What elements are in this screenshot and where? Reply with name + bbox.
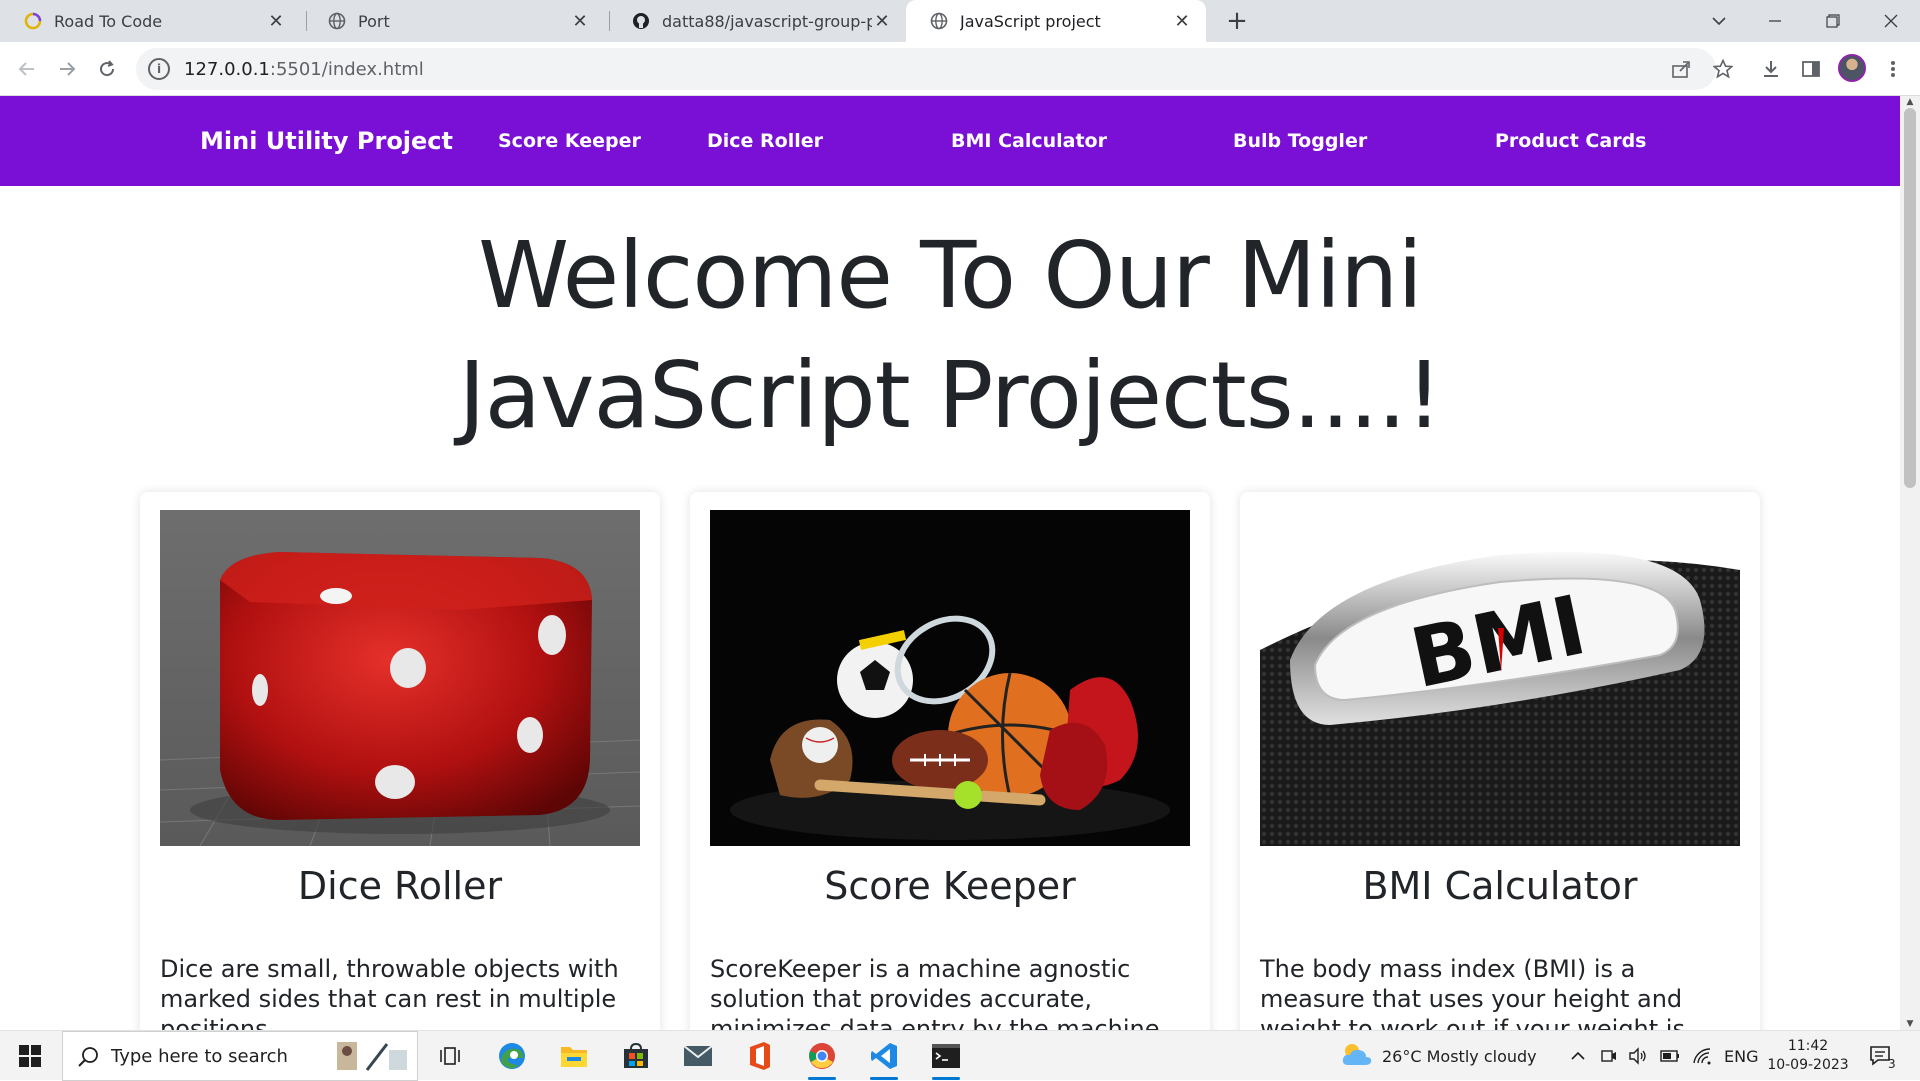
tab-road-to-code[interactable]: Road To Code ✕	[0, 0, 300, 42]
office-icon[interactable]	[740, 1037, 780, 1075]
site-info-icon[interactable]: i	[148, 58, 170, 80]
notification-count-badge: 3	[1888, 1057, 1896, 1071]
nav-link-bmi-calculator[interactable]: BMI Calculator	[951, 96, 1107, 186]
page-viewport: Mini Utility Project Score Keeper Dice R…	[0, 96, 1900, 1030]
profile-avatar[interactable]	[1838, 54, 1866, 82]
close-tab-icon[interactable]: ✕	[872, 11, 892, 32]
battery-icon[interactable]	[1660, 1031, 1680, 1081]
project-card-dice-roller: Dice Roller Dice are small, throwable ob…	[140, 492, 660, 1030]
reload-icon[interactable]	[92, 54, 122, 84]
restore-icon[interactable]	[1810, 0, 1856, 42]
bookmark-star-icon[interactable]	[1708, 54, 1738, 84]
site-navbar: Mini Utility Project Score Keeper Dice R…	[0, 96, 1900, 186]
tab-github-repo[interactable]: datta88/javascript-group-project ✕	[608, 0, 906, 42]
nav-link-bulb-toggler[interactable]: Bulb Toggler	[1233, 96, 1367, 186]
nav-link-dice-roller[interactable]: Dice Roller	[707, 96, 823, 186]
card-title: Score Keeper	[824, 864, 1076, 908]
hero-line-1: Welcome To Our Mini	[478, 222, 1423, 329]
file-explorer-icon[interactable]	[554, 1037, 594, 1075]
road-to-code-icon	[24, 12, 42, 30]
mail-icon[interactable]	[678, 1037, 718, 1075]
tab-title: JavaScript project	[960, 11, 1101, 31]
address-bar[interactable]: i 127.0.0.1:5501/index.html	[136, 48, 1716, 90]
search-icon	[77, 1046, 99, 1073]
clock-date: 10-09-2023	[1767, 1057, 1849, 1073]
tab-search-icon[interactable]	[1696, 0, 1742, 42]
minimize-icon[interactable]	[1752, 0, 1798, 42]
card-title: BMI Calculator	[1362, 864, 1638, 908]
close-tab-icon[interactable]: ✕	[266, 11, 286, 32]
hero-heading: Welcome To Our Mini JavaScript Projects.…	[0, 216, 1900, 456]
scrollbar-thumb[interactable]	[1904, 108, 1916, 488]
edge-browser-icon[interactable]	[492, 1037, 532, 1075]
tab-javascript-project[interactable]: JavaScript project ✕	[906, 0, 1206, 42]
close-tab-icon[interactable]: ✕	[1172, 11, 1192, 32]
weather-widget[interactable]: 26°C Mostly cloudy	[1340, 1031, 1537, 1081]
clock-time: 11:42	[1787, 1038, 1829, 1054]
tab-title: Road To Code	[54, 11, 163, 31]
cloudy-weather-icon	[1340, 1041, 1374, 1071]
weather-text: 26°C Mostly cloudy	[1382, 1046, 1537, 1066]
nav-link-product-cards[interactable]: Product Cards	[1495, 96, 1646, 186]
nav-link-score-keeper[interactable]: Score Keeper	[498, 96, 641, 186]
terminal-icon[interactable]	[926, 1037, 966, 1080]
card-title: Dice Roller	[297, 864, 503, 908]
microsoft-store-icon[interactable]	[616, 1037, 656, 1075]
scroll-down-icon[interactable]: ▼	[1900, 1018, 1920, 1030]
windows-taskbar: Type here to search 26°C Mostly cloudy E…	[0, 1030, 1920, 1081]
menu-kebab-icon[interactable]	[1878, 54, 1908, 84]
globe-icon	[328, 12, 346, 30]
tab-title: datta88/javascript-group-project	[662, 11, 872, 31]
notification-center-icon[interactable]: 3	[1868, 1031, 1902, 1081]
scroll-up-icon[interactable]: ▲	[1900, 96, 1920, 108]
chrome-icon[interactable]	[802, 1037, 842, 1080]
url-text: 127.0.0.1:5501/index.html	[184, 58, 424, 80]
close-window-icon[interactable]	[1868, 0, 1914, 42]
back-icon[interactable]	[12, 54, 42, 84]
card-text: Dice are small, throwable objects with m…	[160, 955, 619, 1030]
vertical-scrollbar[interactable]: ▲ ▼	[1900, 96, 1920, 1030]
new-tab-button[interactable]: +	[1222, 6, 1252, 36]
search-placeholder: Type here to search	[111, 1045, 288, 1067]
dice-image	[160, 510, 640, 846]
github-icon	[632, 12, 650, 30]
navbar-brand[interactable]: Mini Utility Project	[200, 96, 453, 186]
hero-line-2: JavaScript Projects....!	[458, 342, 1443, 449]
sports-equipment-image	[710, 510, 1190, 846]
download-icon[interactable]	[1756, 54, 1786, 84]
browser-tab-strip: Road To Code ✕ Port ✕ datta88/javascript…	[0, 0, 1920, 42]
taskbar-search-box[interactable]: Type here to search	[62, 1031, 418, 1081]
task-view-icon[interactable]	[430, 1037, 470, 1075]
tab-title: Port	[358, 11, 390, 31]
card-text: The body mass index (BMI) is a measure t…	[1260, 955, 1685, 1030]
vscode-icon[interactable]	[864, 1037, 904, 1080]
search-highlight-icon	[331, 1038, 411, 1081]
wifi-icon[interactable]	[1692, 1031, 1712, 1081]
project-card-bmi-calculator: BMI BMI Calculator The body mass index (…	[1240, 492, 1760, 1030]
forward-icon[interactable]	[52, 54, 82, 84]
card-text: ScoreKeeper is a machine agnostic soluti…	[710, 955, 1160, 1030]
language-indicator[interactable]: ENG	[1724, 1031, 1758, 1081]
show-hidden-icons-icon[interactable]	[1570, 1031, 1586, 1081]
close-tab-icon[interactable]: ✕	[570, 11, 590, 32]
share-icon[interactable]	[1666, 54, 1696, 84]
tab-port[interactable]: Port ✕	[304, 0, 604, 42]
bmi-scale-image: BMI	[1260, 510, 1740, 846]
windows-start-icon[interactable]	[10, 1037, 50, 1075]
meet-now-icon[interactable]	[1600, 1031, 1618, 1081]
project-card-score-keeper: Score Keeper ScoreKeeper is a machine ag…	[690, 492, 1210, 1030]
globe-icon	[930, 12, 948, 30]
browser-toolbar: i 127.0.0.1:5501/index.html	[0, 42, 1920, 96]
volume-icon[interactable]	[1628, 1031, 1648, 1081]
side-panel-icon[interactable]	[1796, 54, 1826, 84]
system-clock[interactable]: 11:42 10-09-2023	[1766, 1037, 1850, 1075]
